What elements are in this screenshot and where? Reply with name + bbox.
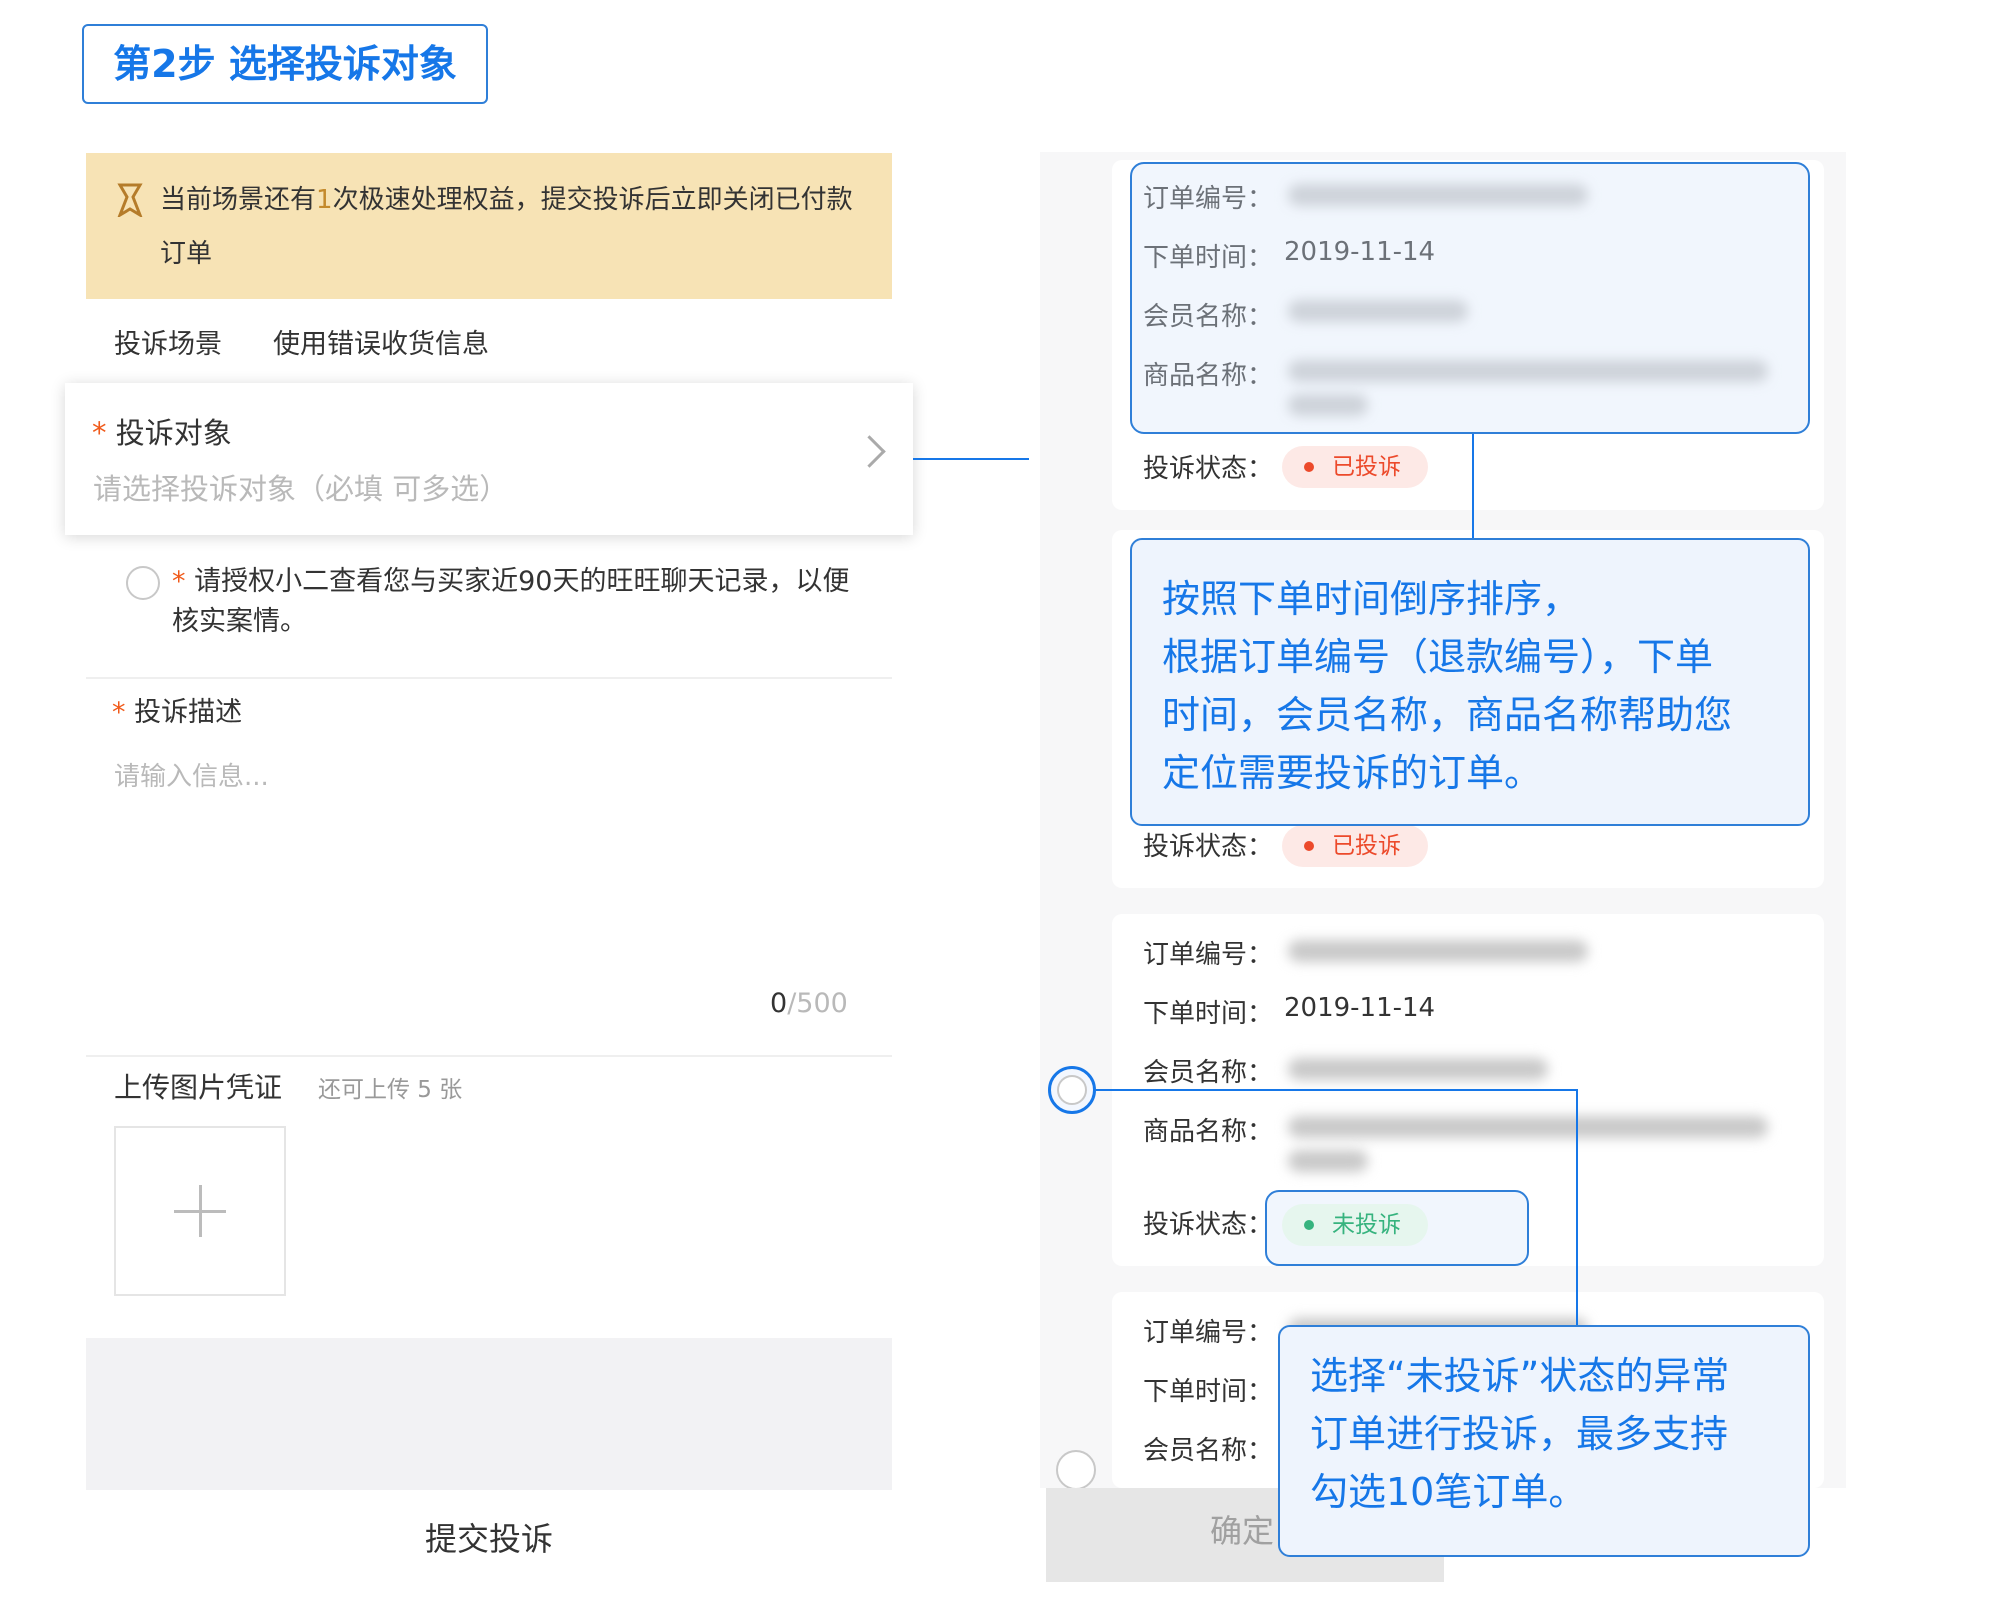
confirm-label: 确定 <box>1210 1512 1275 1550</box>
notice-text: 当前场景还有1次极速处理权益，提交投诉后立即关闭已付款订单 <box>160 185 853 269</box>
select-callout: 选择“未投诉”状态的异常 订单进行投诉，最多支持 勾选10笔订单。 <box>1278 1325 1810 1557</box>
description-counter: 0/500 <box>770 988 848 1019</box>
connector-line <box>1472 434 1474 538</box>
status-badge: 已投诉 <box>1282 825 1428 867</box>
product-name-label: 商品名称： <box>1143 1117 1274 1147</box>
connector-line <box>913 458 1029 460</box>
badge-icon <box>116 183 144 219</box>
step-title: 第2步 选择投诉对象 <box>82 24 488 104</box>
divider <box>86 1055 892 1057</box>
authorization-checkbox[interactable] <box>126 566 160 600</box>
notice-count: 1 <box>316 185 333 215</box>
upload-hint: 还可上传 5 张 <box>318 1077 463 1103</box>
complaint-target-label: * 投诉对象 <box>92 416 232 450</box>
bottom-spacer <box>86 1338 892 1490</box>
plus-icon <box>199 1185 202 1237</box>
order-select-radio[interactable] <box>1056 1450 1096 1490</box>
description-label: * 投诉描述 <box>112 697 243 728</box>
member-name-value <box>1288 1058 1548 1080</box>
product-name-value <box>1288 1116 1768 1138</box>
notice-banner: 当前场景还有1次极速处理权益，提交投诉后立即关闭已付款订单 <box>86 153 892 299</box>
member-name-label: 会员名称： <box>1143 1058 1274 1088</box>
divider <box>86 677 892 679</box>
complaint-status-label: 投诉状态： <box>1143 454 1274 484</box>
member-name-label: 会员名称： <box>1143 1436 1274 1466</box>
order-time-label: 下单时间： <box>1143 999 1274 1029</box>
product-name-value <box>1288 1150 1368 1172</box>
upload-label: 上传图片凭证 <box>114 1071 283 1104</box>
complaint-target-placeholder: 请选择投诉对象（必填 可多选） <box>93 472 509 506</box>
scene-label: 投诉场景 <box>114 329 222 360</box>
authorization-text: * 请授权小二查看您与买家近90天的旺旺聊天记录，以便核实案情。 <box>172 566 850 637</box>
order-number-label: 订单编号： <box>1143 1318 1274 1348</box>
order-time-label: 下单时间： <box>1143 1377 1274 1407</box>
complaint-status-label: 投诉状态： <box>1143 1210 1274 1240</box>
description-input[interactable]: 请输入信息... <box>114 756 269 793</box>
complaint-status-label: 投诉状态： <box>1143 832 1274 862</box>
order-time-value: 2019-11-14 <box>1284 993 1436 1023</box>
status-badge: 未投诉 <box>1282 1204 1428 1246</box>
order-number-label: 订单编号： <box>1143 940 1274 970</box>
order-info-highlight <box>1130 162 1810 434</box>
upload-image-button[interactable] <box>114 1126 286 1296</box>
order-number-value <box>1288 940 1588 962</box>
connector-line <box>1576 1089 1578 1325</box>
complaint-target-selector[interactable] <box>65 383 913 535</box>
submit-complaint-button[interactable]: 提交投诉 <box>86 1514 892 1560</box>
order-select-radio[interactable] <box>1048 1066 1096 1114</box>
sort-callout: 按照下单时间倒序排序， 根据订单编号（退款编号），下单 时间，会员名称，商品名称… <box>1130 538 1810 826</box>
status-badge: 已投诉 <box>1282 446 1428 488</box>
scene-value: 使用错误收货信息 <box>273 329 489 360</box>
connector-line <box>1096 1089 1578 1091</box>
